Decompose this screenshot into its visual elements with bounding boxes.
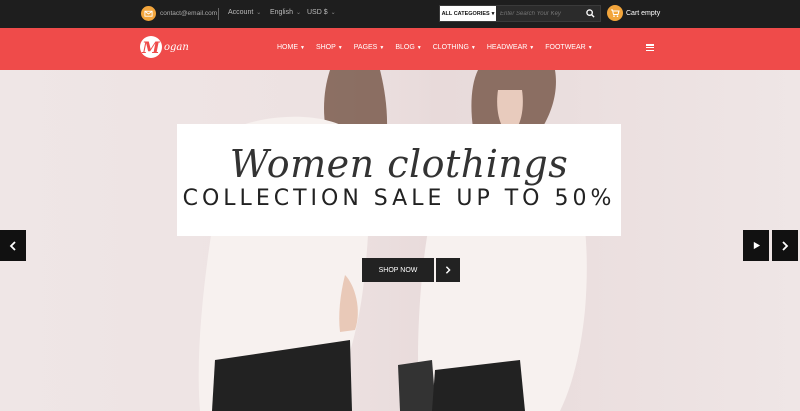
nav-item-pages[interactable]: PAGES ▼	[354, 44, 385, 51]
caret-down-icon: ▼	[529, 44, 535, 51]
play-icon	[753, 241, 760, 250]
caret-down-icon: ▼	[470, 44, 476, 51]
caret-down-icon: ▼	[379, 44, 385, 51]
caret-down-icon: ▾	[491, 10, 495, 17]
site-logo[interactable]: M ogan	[140, 36, 189, 58]
search-input[interactable]	[496, 10, 580, 17]
account-label: Account	[228, 9, 254, 16]
caret-down-icon: ▼	[416, 44, 422, 51]
search-bar: ALL CATEGORIES ▾	[439, 5, 601, 22]
logo-text: ogan	[164, 41, 189, 53]
nav-label: CLOTHING	[432, 44, 469, 51]
language-label: English	[270, 9, 293, 16]
logo-initial: M	[140, 36, 162, 58]
category-select[interactable]: ALL CATEGORIES ▾	[440, 6, 496, 21]
contact-email[interactable]: contact@email.com	[160, 10, 217, 17]
hero-slider	[0, 70, 800, 411]
divider	[218, 8, 219, 20]
shop-now-button[interactable]: SHOP NOW	[362, 258, 434, 282]
nav-item-blog[interactable]: BLOG ▼	[395, 44, 421, 51]
next-arrow-icon	[782, 240, 789, 251]
next-slide-button[interactable]	[772, 230, 798, 261]
nav-item-home[interactable]: HOME ▼	[277, 44, 305, 51]
nav-label: HEADWEAR	[486, 44, 528, 51]
caret-down-icon: ▼	[300, 44, 305, 51]
currency-dropdown[interactable]: USD $ ⌄	[307, 9, 336, 16]
chevron-down-icon: ⌄	[330, 10, 336, 16]
hero-title: Women clothings	[229, 142, 569, 186]
prev-arrow-icon	[9, 240, 16, 251]
chevron-right-icon	[445, 266, 451, 274]
mail-icon	[141, 6, 156, 21]
model-image-left	[198, 70, 587, 411]
play-slide-button[interactable]	[743, 230, 769, 261]
search-button[interactable]	[580, 6, 600, 21]
chevron-down-icon: ⌄	[256, 10, 262, 16]
search-icon	[585, 9, 595, 18]
nav-item-shop[interactable]: SHOP ▼	[316, 44, 343, 51]
top-bar: contact@email.com Account ⌄ English ⌄ US…	[0, 0, 800, 28]
nav-label: BLOG	[395, 44, 415, 51]
currency-label: USD $	[307, 9, 328, 16]
nav-menu: HOME ▼ SHOP ▼ PAGES ▼ BLOG ▼ CLOTHING ▼ HEADW…	[277, 44, 593, 51]
nav-item-clothing[interactable]: CLOTHING ▼	[433, 44, 476, 51]
cart-icon[interactable]	[607, 5, 623, 21]
chevron-down-icon: ⌄	[295, 10, 301, 16]
menu-icon[interactable]	[646, 44, 654, 51]
nav-label: FOOTWEAR	[545, 44, 586, 51]
nav-label: HOME	[277, 44, 298, 51]
caret-down-icon: ▼	[337, 44, 343, 51]
nav-label: PAGES	[353, 44, 378, 51]
shop-now-arrow-button[interactable]	[436, 258, 460, 282]
hero-subtitle: COLLECTION SALE UP TO 50%	[182, 186, 616, 211]
cart-label[interactable]: Cart empty	[626, 10, 660, 17]
nav-item-headwear[interactable]: HEADWEAR ▼	[487, 44, 534, 51]
category-label: ALL CATEGORIES	[441, 10, 490, 17]
nav-item-footwear[interactable]: FOOTWEAR ▼	[545, 44, 592, 51]
account-dropdown[interactable]: Account ⌄	[228, 9, 261, 16]
nav-label: SHOP	[315, 44, 336, 51]
language-dropdown[interactable]: English ⌄	[270, 9, 301, 16]
caret-down-icon: ▼	[587, 44, 593, 51]
hero-banner: Women clothings COLLECTION SALE UP TO 50…	[177, 124, 621, 236]
prev-slide-button[interactable]	[0, 230, 26, 261]
